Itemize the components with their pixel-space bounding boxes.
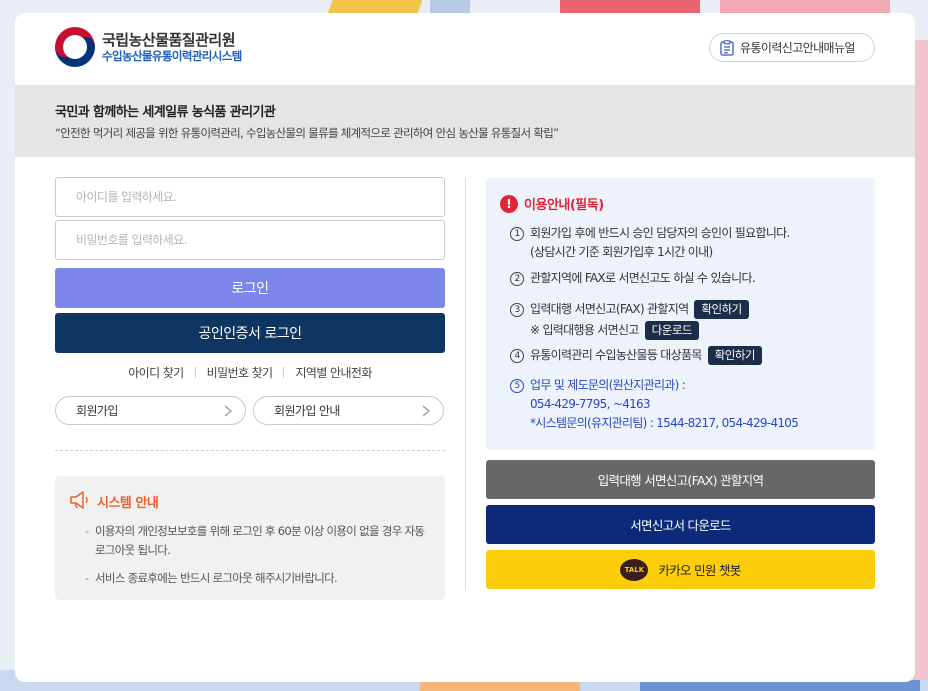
government-emblem-icon[interactable]	[55, 27, 95, 67]
link-divider	[194, 366, 196, 378]
kakao-talk-icon: TALK	[620, 558, 649, 581]
guide-item-text: 회원가입 후에 반드시 승인 담당자의 승인이 필요합니다.	[530, 226, 790, 240]
system-notice-title: 시스템 안내	[97, 496, 159, 511]
banner-title: 국민과 함께하는 세계일류 농식품 관리기관	[55, 105, 276, 120]
org-name: 국립농산물품질관리원	[102, 31, 236, 49]
number-badge: 3	[510, 303, 524, 317]
guide-item-5: 5 업무 및 제도문의(원산지관리과) : 054-429-7795, ~416…	[510, 376, 799, 433]
usage-guide-title: 이용안내(필독)	[524, 198, 604, 213]
guide-item-text: 입력대행 서면신고(FAX) 관할지역	[530, 302, 689, 316]
banner-subtitle: “안전한 먹거리 제공을 위한 유통이력관리, 수입농산물의 물류를 체계적으로…	[55, 126, 559, 140]
regional-phone-link[interactable]: 지역별 안내전화	[295, 364, 372, 381]
certificate-login-button[interactable]: 공인인증서 로그인	[55, 313, 445, 353]
find-links: 아이디 찾기 비밀번호 찾기 지역별 안내전화	[55, 363, 445, 381]
background-decoration	[430, 0, 470, 14]
guide-item-text: (상담시간 기준 회원가입후 1시간 이내)	[530, 245, 713, 259]
section-divider	[55, 450, 445, 451]
number-badge: 1	[510, 227, 524, 241]
signup-guide-button-label: 회원가입 안내	[274, 404, 340, 418]
guide-item-text: 업무 및 제도문의(원산지관리과) :	[530, 378, 686, 392]
chevron-right-icon	[224, 404, 233, 417]
header: 국립농산물품질관리원 수입농산물유통이력관리시스템 유통이력신고안내매뉴얼	[15, 13, 915, 85]
fax-region-button[interactable]: 입력대행 서면신고(FAX) 관할지역	[486, 460, 875, 499]
guide-item-4: 4 유통이력관리 수입농산물등 대상품목 확인하기	[510, 346, 762, 365]
system-notice-list: 이용자의 개인정보보호를 위해 로그인 후 60분 이상 이용이 없을 경우 자…	[85, 522, 435, 597]
form-download-button[interactable]: 다운로드	[644, 321, 699, 340]
number-badge: 4	[510, 349, 524, 363]
number-badge: 5	[510, 379, 524, 393]
fax-region-check-button[interactable]: 확인하기	[694, 300, 749, 319]
guide-item-text: ※ 입력대행용 서면신고	[530, 323, 639, 337]
background-decoration	[560, 0, 700, 14]
kakao-chatbot-button[interactable]: TALK 카카오 민원 챗봇	[486, 550, 875, 589]
signup-guide-button[interactable]: 회원가입 안내	[253, 396, 444, 425]
system-contact-phone: *시스템문의(유지관리팀) : 1544-8217, 054-429-4105	[530, 416, 799, 430]
system-notice-box: 시스템 안내 이용자의 개인정보보호를 위해 로그인 후 60분 이상 이용이 …	[55, 476, 445, 600]
guide-item-text: 유통이력관리 수입농산물등 대상품목	[530, 348, 702, 362]
guide-item-2: 2 관할지역에 FAX로 서면신고도 하실 수 있습니다.	[510, 269, 756, 288]
login-card: 국립농산물품질관리원 수입농산물유통이력관리시스템 유통이력신고안내매뉴얼 국민…	[15, 13, 915, 682]
signup-button[interactable]: 회원가입	[55, 396, 246, 425]
usage-guide-box: ! 이용안내(필독) 1 회원가입 후에 반드시 승인 담당자의 승인이 필요합…	[486, 178, 875, 450]
manual-button-label: 유통이력신고안내매뉴얼	[740, 41, 855, 55]
system-name: 수입농산물유통이력관리시스템	[102, 49, 242, 63]
list-item: 서비스 종료후에는 반드시 로그아웃 해주시기바랍니다.	[85, 569, 435, 588]
clipboard-icon	[720, 39, 734, 56]
guide-item-1: 1 회원가입 후에 반드시 승인 담당자의 승인이 필요합니다. (상담시간 기…	[510, 224, 790, 262]
guide-item-3: 3 입력대행 서면신고(FAX) 관할지역 확인하기 ※ 입력대행용 서면신고 다운…	[510, 300, 749, 340]
number-badge: 2	[510, 272, 524, 286]
column-divider	[465, 178, 466, 591]
link-divider	[283, 366, 285, 378]
login-button[interactable]: 로그인	[55, 268, 445, 308]
megaphone-icon	[70, 491, 88, 509]
chevron-right-icon	[422, 404, 431, 417]
kakao-chatbot-label: 카카오 민원 챗봇	[658, 563, 741, 578]
manual-button[interactable]: 유통이력신고안내매뉴얼	[709, 33, 875, 62]
target-items-check-button[interactable]: 확인하기	[707, 346, 762, 365]
background-decoration	[720, 0, 890, 14]
background-decoration	[327, 0, 423, 14]
find-password-link[interactable]: 비밀번호 찾기	[207, 364, 273, 381]
alert-icon: !	[500, 194, 518, 213]
list-item: 이용자의 개인정보보호를 위해 로그인 후 60분 이상 이용이 없을 경우 자…	[85, 522, 435, 560]
form-download-main-button[interactable]: 서면신고서 다운로드	[486, 505, 875, 544]
contact-phone: 054-429-7795, ~4163	[530, 397, 651, 411]
find-id-link[interactable]: 아이디 찾기	[128, 364, 184, 381]
id-input[interactable]	[55, 177, 445, 217]
slogan-banner: 국민과 함께하는 세계일류 농식품 관리기관 “안전한 먹거리 제공을 위한 유…	[15, 85, 915, 157]
guide-item-text: 관할지역에 FAX로 서면신고도 하실 수 있습니다.	[530, 271, 756, 285]
signup-button-label: 회원가입	[76, 404, 118, 418]
password-input[interactable]	[55, 220, 445, 260]
